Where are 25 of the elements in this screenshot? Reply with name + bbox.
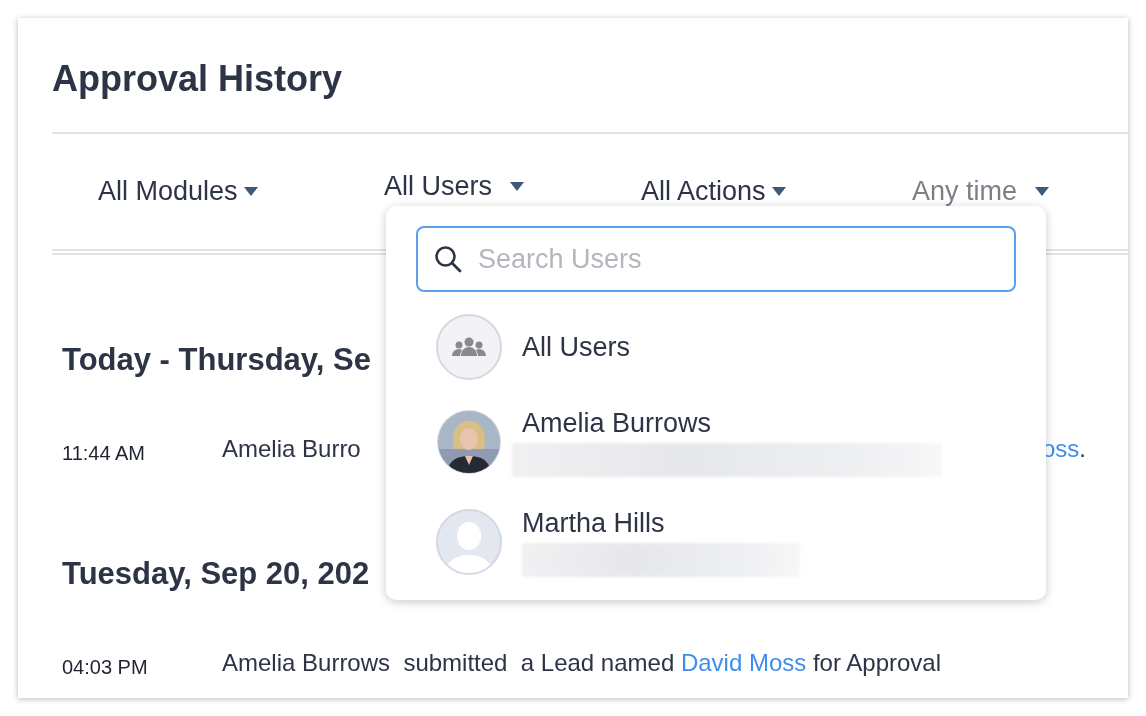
search-field[interactable]: Search Users: [416, 226, 1016, 292]
user-option[interactable]: Martha Hills: [386, 492, 1046, 592]
filter-dropdown[interactable]: Any time: [912, 176, 1050, 207]
filter-dropdown[interactable]: All Modules: [98, 176, 258, 207]
entry-time: 11:44 AM: [62, 440, 147, 465]
user-option[interactable]: Amelia Burrows: [386, 392, 1046, 492]
user-name: Amelia Burrows: [522, 407, 713, 439]
user-name: Martha Hills: [522, 507, 666, 539]
user-option[interactable]: All Users: [386, 302, 1046, 392]
caret-icon: [243, 187, 258, 196]
group-icon: [436, 314, 502, 380]
entry-time: 04:03 PM: [62, 654, 149, 679]
filter-dropdown[interactable]: All Users: [384, 171, 524, 202]
caret-icon: [510, 182, 524, 191]
caret-icon: [1035, 187, 1050, 196]
avatar-icon: [436, 509, 502, 575]
history-entry: Amelia Burrows submitted a Lead named David Moss for Approval: [222, 649, 942, 677]
page-title: Approval History: [51, 57, 344, 101]
search-icon: [434, 245, 462, 273]
user-name: All Users: [522, 331, 630, 363]
date-heading: Tuesday, Sep 20, 202: [61, 555, 370, 593]
date-heading: Today - Thursday, Se: [61, 341, 371, 379]
history-entry: Amelia Burro: [222, 435, 361, 463]
caret-icon: [771, 187, 786, 196]
filter-dropdown[interactable]: All Actions: [641, 176, 786, 207]
